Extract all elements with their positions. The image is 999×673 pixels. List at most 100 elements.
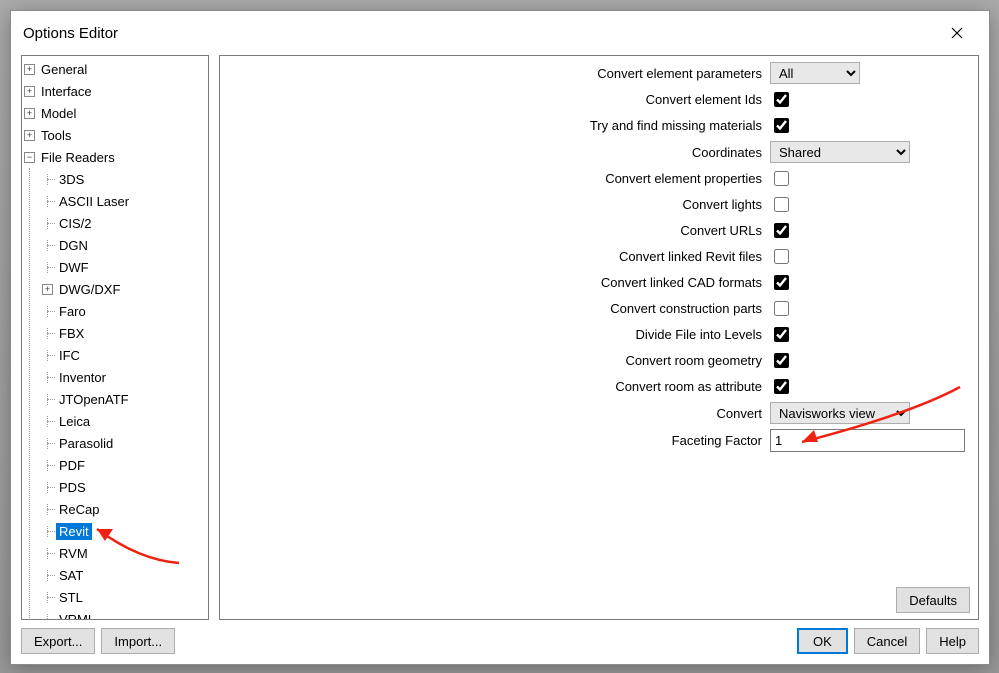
export-button[interactable]: Export... <box>21 628 95 654</box>
tree-item-label[interactable]: Interface <box>38 83 95 100</box>
checkbox-try-and-find-missing-materials[interactable] <box>774 118 789 133</box>
tree-item[interactable]: +Tools <box>22 124 208 146</box>
checkbox-convert-lights[interactable] <box>774 197 789 212</box>
tree-item-label[interactable]: Parasolid <box>56 435 116 452</box>
select-coordinates[interactable]: Shared <box>770 141 910 163</box>
tree-item[interactable]: Parasolid <box>40 432 208 454</box>
tree-item-label[interactable]: PDS <box>56 479 89 496</box>
defaults-row: Defaults <box>228 581 970 613</box>
form-control <box>770 246 970 267</box>
tree-item-label[interactable]: SAT <box>56 567 86 584</box>
form-label: Convert room as attribute <box>228 379 762 394</box>
tree-item-label[interactable]: Tools <box>38 127 74 144</box>
tree-item-label[interactable]: DGN <box>56 237 91 254</box>
tree-item[interactable]: +General <box>22 58 208 80</box>
tree-item-label[interactable]: Revit <box>56 523 92 540</box>
tree-item-file-readers[interactable]: −File Readers <box>22 146 208 168</box>
checkbox-convert-construction-parts[interactable] <box>774 301 789 316</box>
tree-item-label[interactable]: ASCII Laser <box>56 193 132 210</box>
cancel-button[interactable]: Cancel <box>854 628 920 654</box>
options-editor-dialog: Options Editor +General+Interface+Model+… <box>10 10 990 665</box>
tree-item[interactable]: PDS <box>40 476 208 498</box>
tree-item[interactable]: +DWG/DXF <box>40 278 208 300</box>
tree-item[interactable]: Leica <box>40 410 208 432</box>
tree-item[interactable]: 3DS <box>40 168 208 190</box>
tree-connector <box>42 240 53 251</box>
options-tree[interactable]: +General+Interface+Model+Tools−File Read… <box>21 55 209 620</box>
tree-item-label[interactable]: General <box>38 61 90 78</box>
tree-item[interactable]: IFC <box>40 344 208 366</box>
checkbox-convert-linked-cad-formats[interactable] <box>774 275 789 290</box>
tree-item-label[interactable]: Inventor <box>56 369 109 386</box>
checkbox-convert-urls[interactable] <box>774 223 789 238</box>
form-label: Coordinates <box>228 145 762 160</box>
help-button[interactable]: Help <box>926 628 979 654</box>
form-label: Convert linked CAD formats <box>228 275 762 290</box>
tree-item[interactable]: Revit <box>40 520 208 542</box>
content-pane: Convert element parametersAllConvert ele… <box>219 55 979 620</box>
tree-item[interactable]: +Model <box>22 102 208 124</box>
select-convert[interactable]: Navisworks view <box>770 402 910 424</box>
form-label: Convert linked Revit files <box>228 249 762 264</box>
checkbox-convert-room-geometry[interactable] <box>774 353 789 368</box>
expand-icon[interactable]: + <box>24 108 35 119</box>
tree-item[interactable]: DGN <box>40 234 208 256</box>
tree-item[interactable]: DWF <box>40 256 208 278</box>
tree-item-label[interactable]: File Readers <box>38 149 118 166</box>
select-convert-element-parameters[interactable]: All <box>770 62 860 84</box>
tree-item-label[interactable]: CIS/2 <box>56 215 95 232</box>
close-button[interactable] <box>937 19 977 47</box>
checkbox-convert-room-as-attribute[interactable] <box>774 379 789 394</box>
tree-item-label[interactable]: RVM <box>56 545 91 562</box>
tree-item-label[interactable]: JTOpenATF <box>56 391 132 408</box>
tree-item-label[interactable]: ReCap <box>56 501 102 518</box>
form-label: Faceting Factor <box>228 433 762 448</box>
dialog-body: +General+Interface+Model+Tools−File Read… <box>11 55 989 620</box>
tree-item[interactable]: Faro <box>40 300 208 322</box>
tree-connector <box>42 416 53 427</box>
form-label: Convert element properties <box>228 171 762 186</box>
tree-item[interactable]: ReCap <box>40 498 208 520</box>
tree-item[interactable]: RVM <box>40 542 208 564</box>
checkbox-divide-file-into-levels[interactable] <box>774 327 789 342</box>
expand-icon[interactable]: + <box>24 130 35 141</box>
form-control <box>770 272 970 293</box>
dialog-title: Options Editor <box>23 25 118 42</box>
expand-icon[interactable]: + <box>42 284 53 295</box>
tree-item[interactable]: CIS/2 <box>40 212 208 234</box>
form-control <box>770 324 970 345</box>
tree-item-label[interactable]: DWG/DXF <box>56 281 123 298</box>
form-control: Shared <box>770 141 970 163</box>
tree-item-label[interactable]: Leica <box>56 413 93 430</box>
input-faceting-factor[interactable] <box>770 429 965 452</box>
tree-item[interactable]: ASCII Laser <box>40 190 208 212</box>
tree-item[interactable]: Inventor <box>40 366 208 388</box>
tree-item[interactable]: PDF <box>40 454 208 476</box>
import-button[interactable]: Import... <box>101 628 175 654</box>
collapse-icon[interactable]: − <box>24 152 35 163</box>
tree-item-label[interactable]: Model <box>38 105 79 122</box>
tree-item-label[interactable]: DWF <box>56 259 92 276</box>
tree-item[interactable]: +Interface <box>22 80 208 102</box>
tree-item[interactable]: STL <box>40 586 208 608</box>
tree-item-label[interactable]: IFC <box>56 347 83 364</box>
ok-button[interactable]: OK <box>797 628 848 654</box>
tree-item[interactable]: SAT <box>40 564 208 586</box>
tree-connector <box>42 570 53 581</box>
tree-item-label[interactable]: 3DS <box>56 171 87 188</box>
checkbox-convert-linked-revit-files[interactable] <box>774 249 789 264</box>
checkbox-convert-element-properties[interactable] <box>774 171 789 186</box>
defaults-button[interactable]: Defaults <box>896 587 970 613</box>
tree-item-label[interactable]: VRML <box>56 611 98 621</box>
tree-item-label[interactable]: FBX <box>56 325 87 342</box>
expand-icon[interactable]: + <box>24 86 35 97</box>
checkbox-convert-element-ids[interactable] <box>774 92 789 107</box>
tree-item[interactable]: VRML <box>40 608 208 620</box>
tree-item-label[interactable]: Faro <box>56 303 89 320</box>
tree-item[interactable]: FBX <box>40 322 208 344</box>
tree-item-label[interactable]: PDF <box>56 457 88 474</box>
tree-item-label[interactable]: STL <box>56 589 86 606</box>
expand-icon[interactable]: + <box>24 64 35 75</box>
tree-item[interactable]: JTOpenATF <box>40 388 208 410</box>
tree-connector <box>42 438 53 449</box>
